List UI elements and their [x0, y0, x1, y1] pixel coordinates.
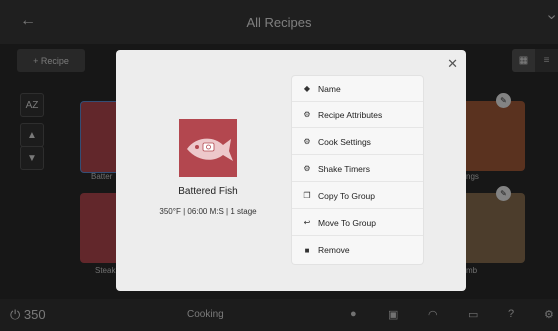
reply-icon: ↩ [303, 218, 311, 227]
tag-icon: ◆ [303, 84, 311, 93]
menu-item-remove[interactable]: ■ Remove [292, 237, 423, 263]
menu-item-cook-settings[interactable]: ⚙ Cook Settings [292, 129, 423, 155]
menu-item-label: Name [318, 83, 341, 94]
trash-icon: ■ [304, 245, 310, 255]
menu-item-label: Recipe Attributes [318, 109, 383, 120]
menu-item-label: Shake Timers [318, 163, 370, 174]
recipe-image[interactable] [179, 119, 237, 177]
menu-item-name[interactable]: ◆ Name [292, 76, 423, 102]
menu-item-label: Copy To Group [318, 190, 376, 201]
recipe-options-dialog: ✕ Battered Fish 350°F | 06:00 M:S | 1 st… [116, 50, 466, 291]
menu-item-label: Move To Group [318, 217, 376, 228]
menu-item-recipe-attributes[interactable]: ⚙ Recipe Attributes [292, 102, 423, 128]
gear-icon: ⚙ [303, 110, 311, 119]
menu-item-label: Remove [318, 245, 350, 255]
recipe-summary: 350°F | 06:00 M:S | 1 stage [159, 207, 257, 216]
recipe-options-menu: ◆ Name ⚙ Recipe Attributes ⚙ Cook Settin… [292, 76, 423, 264]
copy-icon: ❐ [303, 191, 311, 200]
menu-item-shake-timers[interactable]: ⚙ Shake Timers [292, 156, 423, 182]
gear-icon: ⚙ [303, 137, 311, 146]
recipe-name: Battered Fish [178, 186, 238, 197]
menu-item-label: Cook Settings [318, 136, 371, 147]
close-icon[interactable]: ✕ [447, 56, 458, 72]
menu-item-copy-to-group[interactable]: ❐ Copy To Group [292, 183, 423, 209]
gear-icon: ⚙ [303, 164, 311, 173]
fish-icon [187, 138, 233, 161]
menu-item-move-to-group[interactable]: ↩ Move To Group [292, 210, 423, 236]
